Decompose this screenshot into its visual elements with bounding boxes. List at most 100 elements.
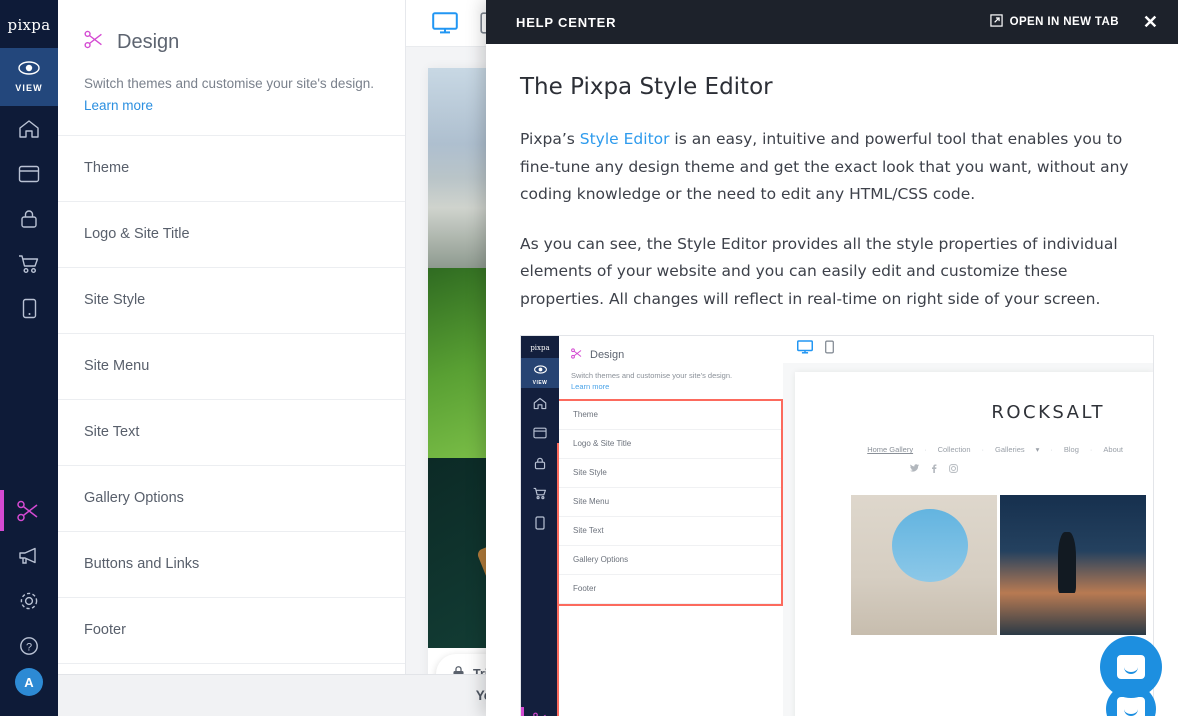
mobile-icon bbox=[22, 298, 37, 319]
external-link-icon bbox=[989, 14, 1003, 30]
lock-icon bbox=[521, 448, 559, 478]
help-center-header: HELP CENTER OPEN IN NEW TAB ✕ bbox=[486, 0, 1178, 44]
page-title: Design bbox=[117, 30, 180, 53]
open-in-new-tab-label: OPEN IN NEW TAB bbox=[1009, 16, 1119, 28]
design-item-site-menu[interactable]: Site Menu bbox=[58, 333, 405, 400]
screenshot-nav-about: About bbox=[1103, 445, 1123, 455]
screenshot-panel-header: Design Switch themes and customise your … bbox=[559, 336, 783, 399]
design-item-buttons-and-links[interactable]: Buttons and Links bbox=[58, 531, 405, 598]
sidebar-item-settings[interactable] bbox=[0, 578, 58, 623]
learn-more-link[interactable]: Learn more bbox=[84, 98, 153, 113]
article-paragraph-2: As you can see, the Style Editor provide… bbox=[520, 234, 1118, 308]
article-title: The Pixpa Style Editor bbox=[520, 74, 773, 100]
screenshot-device-toolbar bbox=[783, 336, 1153, 364]
screenshot-design-panel: Design Switch themes and customise your … bbox=[559, 336, 783, 716]
help-center-actions: OPEN IN NEW TAB ✕ bbox=[989, 13, 1164, 31]
screenshot-panel-subtitle: Switch themes and customise your site's … bbox=[571, 371, 733, 381]
design-item-site-text[interactable]: Site Text bbox=[58, 399, 405, 466]
facebook-icon bbox=[931, 464, 937, 475]
article-screenshot: pixpa VIEW Design Switch themes and cust… bbox=[520, 335, 1154, 716]
screenshot-panel-title: Design bbox=[590, 349, 625, 362]
sidebar-item-marketing[interactable] bbox=[0, 533, 58, 578]
eye-icon bbox=[533, 361, 547, 379]
screenshot-gallery-image-2 bbox=[1000, 495, 1146, 636]
screenshot-gallery-image-1 bbox=[851, 495, 997, 636]
screenshot-item-site-text: Site Text bbox=[559, 517, 781, 546]
chat-launcher-button[interactable] bbox=[1100, 636, 1162, 698]
instagram-icon bbox=[949, 464, 958, 475]
desktop-icon bbox=[797, 340, 814, 359]
lock-icon bbox=[20, 209, 38, 229]
megaphone-icon bbox=[17, 546, 41, 566]
screenshot-nav-galleries: Galleries bbox=[995, 445, 1025, 455]
design-item-logo-site-title[interactable]: Logo & Site Title bbox=[58, 201, 405, 268]
home-icon bbox=[18, 119, 40, 139]
scissors-icon bbox=[571, 346, 583, 364]
chat-bubble-icon bbox=[1117, 655, 1145, 679]
avatar[interactable]: A bbox=[15, 668, 43, 696]
design-panel-header: Design Switch themes and customise your … bbox=[58, 0, 405, 135]
design-item-site-style[interactable]: Site Style bbox=[58, 267, 405, 334]
screenshot-item-footer: Footer bbox=[559, 575, 781, 604]
screenshot-preview-area: ROCKSALT Home Gallery · Collection · Gal… bbox=[783, 336, 1153, 716]
screenshot-learn-more-link: Learn more bbox=[571, 381, 610, 391]
sidebar-item-client-galleries[interactable] bbox=[0, 196, 58, 241]
help-icon: ? bbox=[18, 635, 40, 657]
left-icon-rail: pixpa VIEW ? A bbox=[0, 0, 58, 716]
design-item-footer[interactable]: Footer bbox=[58, 597, 405, 664]
sidebar-item-home[interactable] bbox=[0, 106, 58, 151]
paragraph-1-pre: Pixpa’s bbox=[520, 130, 580, 148]
scissors-icon bbox=[17, 500, 41, 522]
nav-separator: · bbox=[1089, 445, 1093, 455]
home-icon bbox=[521, 388, 559, 418]
design-subtitle: Switch themes and customise your site's … bbox=[84, 76, 374, 91]
design-item-theme[interactable]: Theme bbox=[58, 135, 405, 202]
screenshot-pixpa-logo: pixpa bbox=[530, 344, 550, 353]
view-label: VIEW bbox=[15, 83, 43, 93]
cart-icon bbox=[521, 478, 559, 508]
mobile-icon bbox=[825, 340, 834, 359]
screenshot-menu-list-highlighted: Theme Logo & Site Title Site Style Site … bbox=[559, 398, 783, 606]
sidebar-item-pages[interactable] bbox=[0, 151, 58, 196]
nav-separator: · bbox=[924, 445, 927, 455]
screenshot-site-brand: ROCKSALT bbox=[991, 402, 1105, 424]
screenshot-nav-blog: Blog bbox=[1063, 445, 1079, 455]
design-panel: Design Switch themes and customise your … bbox=[58, 0, 406, 716]
sidebar-item-view[interactable]: VIEW bbox=[0, 48, 58, 106]
app-root: pixpa VIEW ? A Design Switch themes and … bbox=[0, 0, 1178, 716]
style-editor-link[interactable]: Style Editor bbox=[580, 130, 670, 148]
screenshot-item-site-menu: Site Menu bbox=[559, 488, 781, 517]
sidebar-item-help[interactable]: ? bbox=[0, 623, 58, 668]
close-icon[interactable]: ✕ bbox=[1137, 13, 1164, 31]
sidebar-item-design[interactable] bbox=[0, 488, 58, 533]
help-center-drawer: HELP CENTER OPEN IN NEW TAB ✕ The Pixpa … bbox=[486, 0, 1178, 716]
screenshot-nav-home-gallery: Home Gallery bbox=[867, 445, 914, 455]
twitter-icon bbox=[910, 464, 919, 475]
scissors-icon bbox=[84, 30, 105, 54]
chevron-down-icon: ▾ bbox=[1035, 445, 1040, 455]
gear-icon bbox=[18, 590, 40, 612]
screenshot-view-label: VIEW bbox=[532, 379, 548, 386]
nav-separator: · bbox=[981, 445, 985, 455]
mobile-icon bbox=[521, 508, 559, 538]
nav-separator: · bbox=[1050, 445, 1053, 455]
chat-bubble-icon bbox=[1117, 697, 1145, 716]
screenshot-nav-collection: Collection bbox=[937, 445, 971, 455]
design-menu-list: Theme Logo & Site Title Site Style Site … bbox=[58, 134, 405, 664]
screenshot-item-logo-site-title: Logo & Site Title bbox=[559, 430, 781, 459]
desktop-icon[interactable] bbox=[432, 12, 458, 34]
screenshot-site-nav: Home Gallery · Collection · Galleries ▾ … bbox=[795, 423, 1153, 454]
sidebar-item-store[interactable] bbox=[0, 241, 58, 286]
screenshot-social-links bbox=[795, 454, 1153, 475]
screenshot-item-gallery-options: Gallery Options bbox=[559, 546, 781, 575]
help-center-title: HELP CENTER bbox=[516, 14, 617, 30]
pages-icon bbox=[521, 418, 559, 448]
eye-icon bbox=[18, 61, 40, 80]
pixpa-logo[interactable]: pixpa bbox=[8, 16, 51, 34]
design-item-gallery-options[interactable]: Gallery Options bbox=[58, 465, 405, 532]
open-in-new-tab-button[interactable]: OPEN IN NEW TAB bbox=[989, 14, 1119, 30]
pages-icon bbox=[18, 165, 40, 183]
sidebar-item-mobile[interactable] bbox=[0, 286, 58, 331]
scissors-icon bbox=[521, 704, 559, 716]
screenshot-gallery-grid bbox=[795, 495, 1153, 636]
